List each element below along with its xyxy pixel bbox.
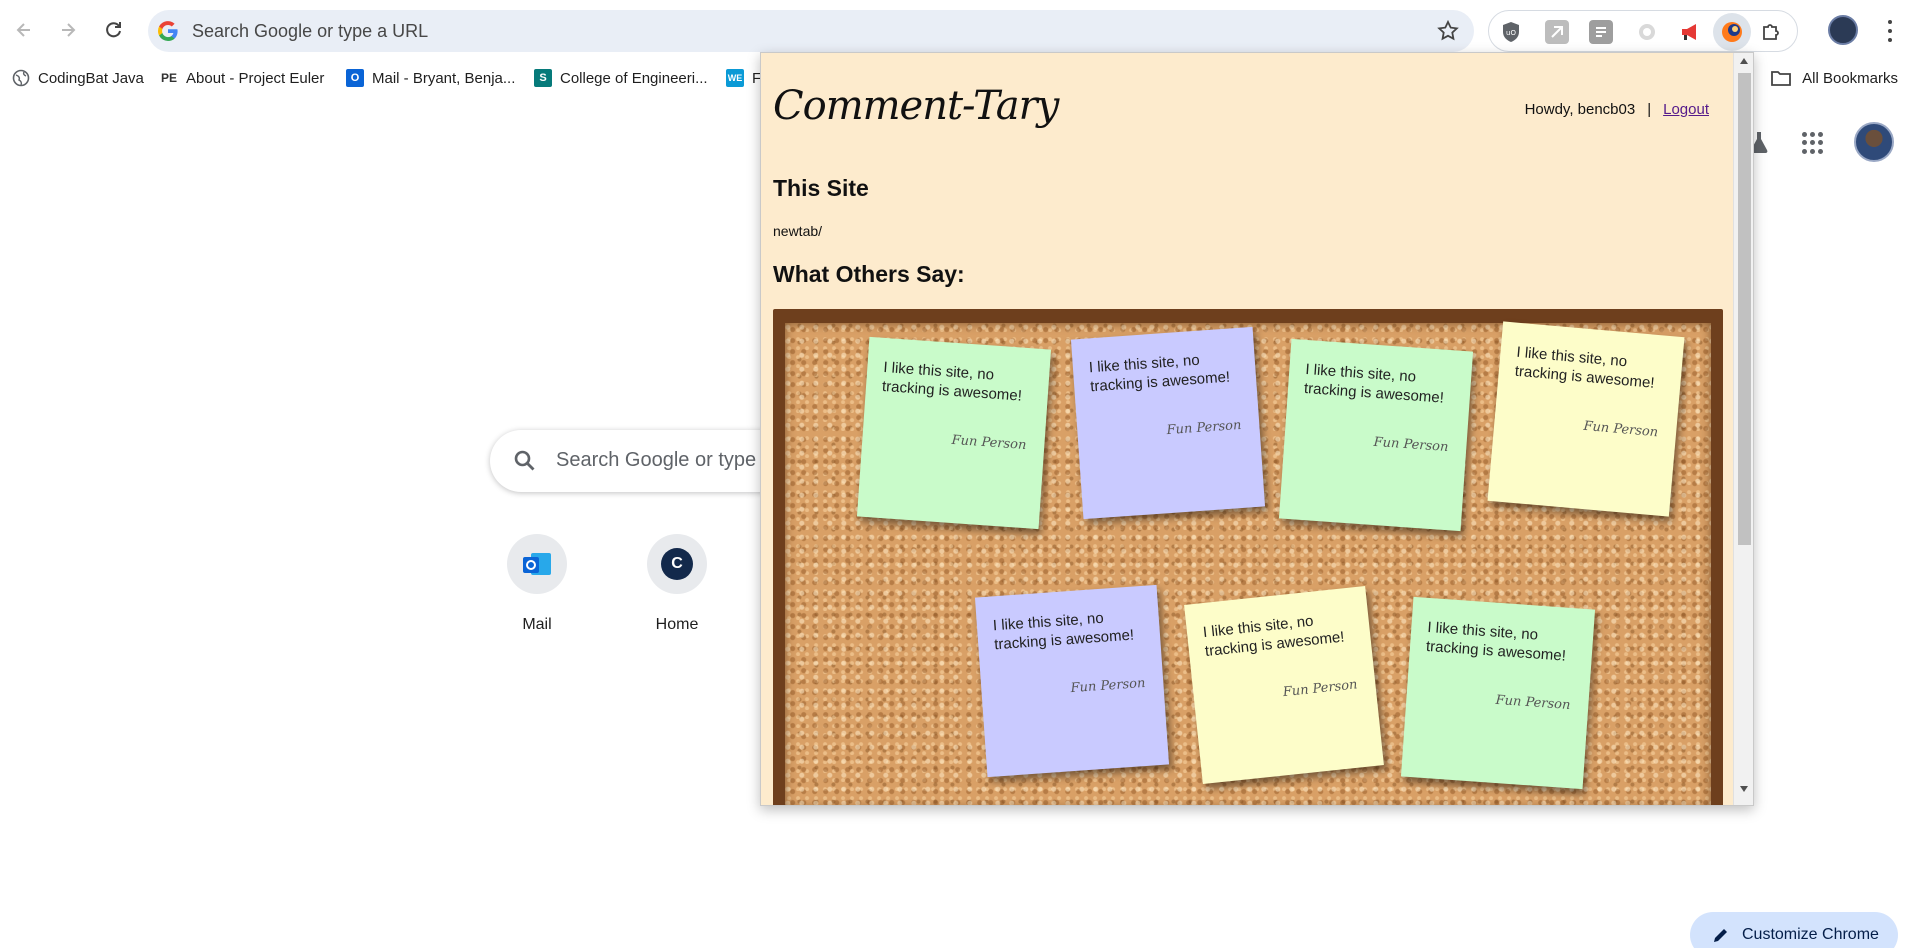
bookmark-item[interactable]: S College of Engineeri...	[534, 66, 708, 90]
outlook-icon	[523, 553, 551, 575]
back-arrow-icon	[16, 23, 30, 37]
home-letter-icon: C	[661, 548, 693, 580]
sticky-note: I like this site, no tracking is awesome…	[856, 336, 1052, 530]
bookmark-item[interactable]: WE F	[726, 66, 761, 90]
all-bookmarks-label: All Bookmarks	[1802, 69, 1898, 87]
project-euler-icon: PE	[160, 69, 178, 87]
bookmark-item[interactable]: O Mail - Bryant, Benja...	[346, 66, 515, 90]
note-text: I like this site, no tracking is awesome…	[992, 609, 1135, 654]
sticky-note: I like this site, no tracking is awesome…	[1278, 338, 1474, 532]
omnibox-placeholder: Search Google or type a URL	[192, 21, 429, 41]
customize-chrome-button[interactable]: Customize Chrome	[1690, 912, 1898, 948]
extension-icon[interactable]	[1589, 20, 1613, 44]
scroll-up-arrow-icon[interactable]	[1734, 57, 1753, 71]
greeting-text: Howdy, bencb03	[1524, 101, 1636, 118]
puzzle-icon[interactable]	[1759, 20, 1783, 44]
note-author: Fun Person	[1495, 692, 1571, 714]
note-text: I like this site, no tracking is awesome…	[881, 358, 1023, 405]
bookmark-star-icon[interactable]	[1436, 19, 1460, 43]
sticky-note: I like this site, no tracking is awesome…	[1070, 326, 1266, 520]
shortcut-label: Home	[655, 616, 699, 633]
google-apps-icon[interactable]	[1802, 132, 1824, 154]
comment-tary-popup: Comment-Tary Howdy, bencb03 | Logout This …	[760, 52, 1754, 806]
svg-text:uO: uO	[1506, 29, 1516, 37]
note-author: Fun Person	[1582, 418, 1659, 441]
bookmark-item[interactable]: PE About - Project Euler	[160, 66, 324, 90]
we-icon: WE	[726, 69, 744, 87]
shortcut-mail[interactable]: Mail	[481, 534, 593, 634]
site-url: newtab/	[773, 223, 823, 239]
sticky-note: I like this site, no tracking is awesome…	[974, 584, 1170, 778]
note-text: I like this site, no tracking is awesome…	[1303, 360, 1445, 407]
shortcut-label: Mail	[522, 616, 552, 633]
scrollbar-thumb[interactable]	[1738, 73, 1751, 545]
user-greeting-bar: Howdy, bencb03 | Logout	[1525, 101, 1709, 118]
forward-arrow-icon	[62, 23, 76, 37]
sticky-note: I like this site, no tracking is awesome…	[1400, 596, 1596, 790]
extensions-toolbar: uO	[1488, 10, 1798, 52]
logout-link[interactable]: Logout	[1663, 101, 1709, 118]
chrome-menu-button[interactable]	[1880, 17, 1900, 45]
sticky-note: I like this site, no tracking is awesome…	[1184, 585, 1384, 785]
note-author: Fun Person	[1373, 434, 1449, 456]
shortcut-icon-circle	[507, 534, 567, 594]
globe-icon	[12, 69, 30, 87]
popup-content: Comment-Tary Howdy, bencb03 | Logout This …	[761, 53, 1733, 805]
extension-icon[interactable]	[1545, 20, 1569, 44]
search-icon	[514, 450, 535, 471]
bookmark-item[interactable]: CodingBat Java	[12, 66, 144, 90]
reload-button[interactable]	[98, 12, 130, 48]
sticky-note: I like this site, no tracking is awesome…	[1487, 321, 1685, 517]
note-text: I like this site, no tracking is awesome…	[1202, 612, 1346, 661]
bookmark-label: CodingBat Java	[38, 69, 144, 87]
google-g-icon	[157, 21, 178, 42]
outlook-icon: O	[346, 69, 364, 87]
sharepoint-icon: S	[534, 69, 552, 87]
cork-surface: I like this site, no tracking is awesome…	[785, 321, 1711, 805]
omnibox[interactable]: Search Google or type a URL	[148, 10, 1474, 52]
extension-icon[interactable]	[1635, 20, 1659, 44]
customize-label: Customize Chrome	[1742, 926, 1879, 943]
note-author: Fun Person	[1166, 417, 1242, 439]
ublock-origin-icon[interactable]: uO	[1499, 20, 1523, 44]
note-text: I like this site, no tracking is awesome…	[1514, 343, 1656, 392]
corkboard: I like this site, no tracking is awesome…	[773, 309, 1723, 805]
note-text: I like this site, no tracking is awesome…	[1088, 351, 1231, 396]
ntp-profile-avatar[interactable]	[1854, 122, 1894, 162]
bookmark-label: Mail - Bryant, Benja...	[372, 69, 516, 87]
note-author: Fun Person	[1282, 677, 1359, 701]
what-others-say-heading: What Others Say:	[773, 261, 965, 287]
greeting-separator: |	[1647, 101, 1652, 118]
pencil-icon	[1714, 929, 1727, 942]
megaphone-icon[interactable]	[1679, 20, 1703, 44]
scroll-down-arrow-icon[interactable]	[1734, 785, 1753, 799]
comment-tary-icon	[1722, 22, 1742, 42]
profile-avatar[interactable]	[1828, 15, 1858, 45]
shortcut-icon-circle: C	[647, 534, 707, 594]
bookmark-label: About - Project Euler	[186, 69, 325, 87]
back-button[interactable]	[8, 12, 40, 48]
note-author: Fun Person	[1070, 675, 1146, 697]
note-author: Fun Person	[951, 432, 1027, 454]
comment-tary-extension-button[interactable]	[1713, 13, 1751, 51]
forward-button[interactable]	[52, 12, 84, 48]
popup-scrollbar[interactable]	[1733, 53, 1753, 805]
all-bookmarks-button[interactable]: All Bookmarks	[1770, 66, 1898, 90]
comment-tary-logo: Comment-Tary	[773, 83, 1059, 129]
ntp-search-placeholder: Search Google or type a	[556, 449, 773, 471]
folder-icon	[1771, 71, 1792, 86]
this-site-heading: This Site	[773, 175, 869, 201]
note-text: I like this site, no tracking is awesome…	[1425, 618, 1567, 665]
bookmark-label: College of Engineeri...	[560, 69, 708, 87]
shortcut-home[interactable]: C Home	[621, 534, 733, 634]
reload-icon	[106, 22, 121, 38]
